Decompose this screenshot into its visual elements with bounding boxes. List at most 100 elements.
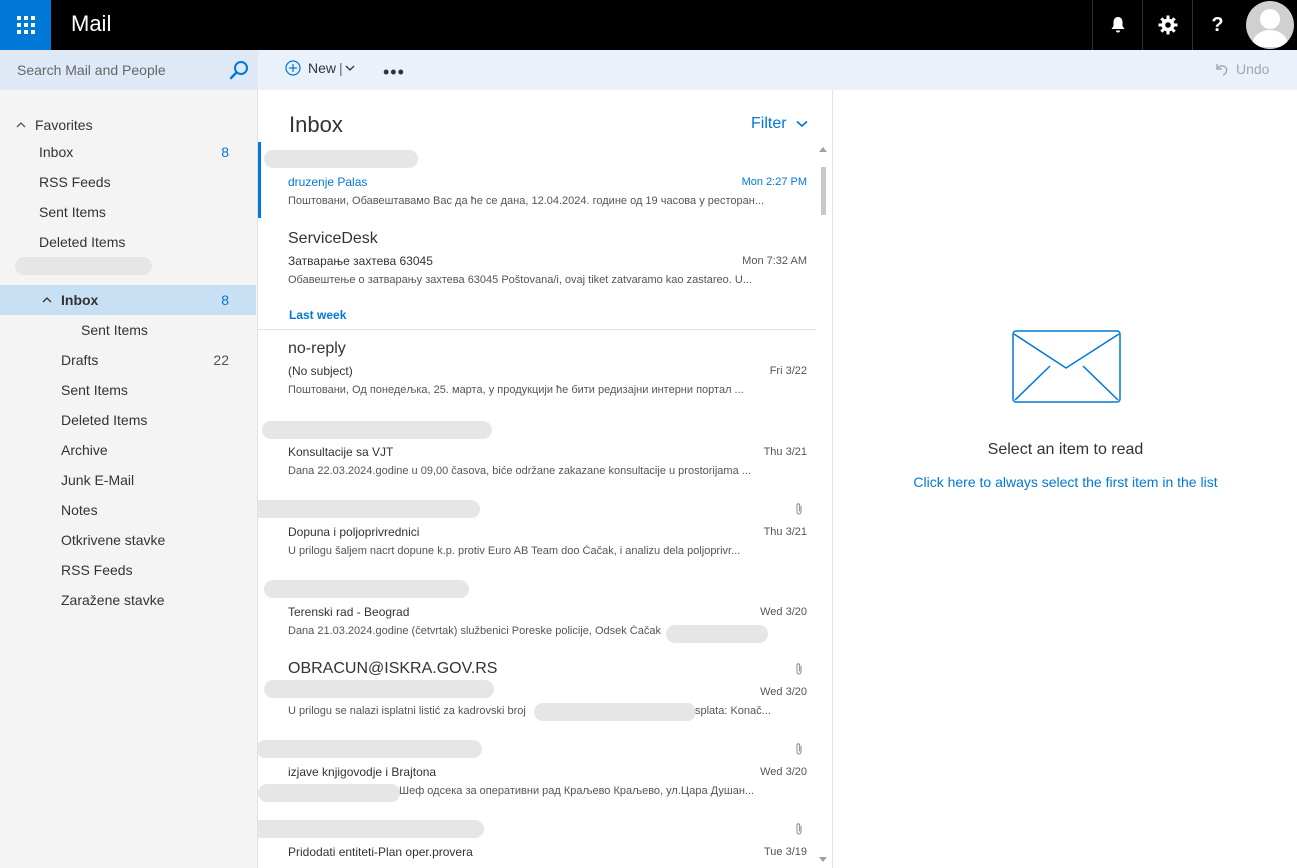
chevron-down-icon[interactable] xyxy=(345,65,355,72)
folder-sent-items[interactable]: Sent Items xyxy=(0,375,258,405)
group-divider xyxy=(258,329,816,330)
app-launcher-button[interactable] xyxy=(0,0,51,50)
message-item[interactable]: ServiceDesk Затварање захтева 63045 Mon … xyxy=(258,228,816,298)
undo-icon xyxy=(1216,64,1228,76)
message-preview: Dana 21.03.2024.godine (četvrtak) službe… xyxy=(288,625,661,637)
waffle-icon xyxy=(16,16,35,34)
message-item[interactable]: druzenje Palas Mon 2:27 PM Поштовани, Об… xyxy=(258,142,816,218)
filter-button[interactable]: Filter xyxy=(751,115,808,133)
scroll-up-arrow[interactable] xyxy=(819,147,827,152)
list-scrollbar[interactable] xyxy=(818,147,828,868)
message-subject: Terenski rad - Beograd xyxy=(288,605,410,619)
folder-junk-email[interactable]: Junk E-Mail xyxy=(0,465,258,495)
scroll-thumb[interactable] xyxy=(821,167,826,215)
message-sender: ServiceDesk xyxy=(288,230,378,247)
gear-icon xyxy=(1158,15,1177,35)
folder-inbox-sent-items[interactable]: Sent Items xyxy=(0,315,258,345)
nav-label: Sent Items xyxy=(81,322,148,338)
redacted-text xyxy=(258,784,400,802)
help-button[interactable]: ? xyxy=(1192,0,1242,50)
nav-label: Drafts xyxy=(61,352,99,368)
message-time: Thu 3/21 xyxy=(763,446,807,458)
message-item[interactable]: Pridodati entiteti-Plan oper.provera Tue… xyxy=(258,820,816,868)
message-subject: (No subject) xyxy=(288,364,353,378)
select-first-item-link[interactable]: Click here to always select the first it… xyxy=(834,474,1297,490)
notifications-button[interactable] xyxy=(1092,0,1142,50)
message-sender: OBRACUN@ISKRA.GOV.RS xyxy=(288,660,498,677)
message-subject: Pridodati entiteti-Plan oper.provera xyxy=(288,845,473,859)
selection-indicator xyxy=(258,142,261,218)
folder-rss-feeds[interactable]: RSS Feeds xyxy=(0,555,258,585)
app-title: Mail xyxy=(71,11,112,36)
favorites-header[interactable]: Favorites xyxy=(0,110,258,140)
folder-notes[interactable]: Notes xyxy=(0,495,258,525)
nav-label: RSS Feeds xyxy=(61,562,133,578)
message-preview: Поштовани, Од понедељка, 25. марта, у пр… xyxy=(288,384,744,396)
message-item[interactable]: izjave knjigovodje i Brajtona Wed 3/20 Ш… xyxy=(258,740,816,810)
message-item[interactable]: OBRACUN@ISKRA.GOV.RS Wed 3/20 U prilogu … xyxy=(258,660,816,730)
message-item[interactable]: Dopuna i poljoprivrednici Thu 3/21 U pri… xyxy=(258,500,816,570)
new-message-button[interactable]: New | xyxy=(285,60,355,76)
bell-icon xyxy=(1111,17,1124,33)
message-item[interactable]: no-reply (No subject) Fri 3/22 Поштовани… xyxy=(258,340,816,410)
message-time: Tue 3/19 xyxy=(763,846,807,858)
avatar[interactable] xyxy=(1246,1,1294,49)
message-subject: Konsultacije sa VJT xyxy=(288,445,394,459)
message-time: Mon 7:32 AM xyxy=(742,255,807,267)
search-input[interactable] xyxy=(0,50,225,90)
nav-label: Deleted Items xyxy=(39,234,126,250)
settings-button[interactable] xyxy=(1142,0,1192,50)
redacted-text xyxy=(534,703,696,721)
favorite-deleted-items[interactable]: Deleted Items xyxy=(0,227,258,257)
paperclip-icon xyxy=(796,823,802,835)
paperclip-icon xyxy=(796,503,802,515)
folder-inbox[interactable]: Inbox 8 xyxy=(0,285,256,315)
top-bar: Mail ? xyxy=(0,0,1297,50)
redacted-sender xyxy=(258,500,480,518)
message-subject: Затварање захтева 63045 xyxy=(288,254,433,268)
group-header-last-week: Last week xyxy=(289,308,347,322)
search-icon[interactable] xyxy=(228,60,250,82)
message-sender: no-reply xyxy=(288,340,346,357)
envelope-icon xyxy=(1012,330,1121,403)
nav-label: Inbox xyxy=(39,144,74,160)
paperclip-icon xyxy=(796,743,802,755)
message-preview: Шеф одсека за оперативни рад Краљево Кра… xyxy=(399,785,755,797)
command-bar: New | ••• Undo xyxy=(258,50,1297,90)
nav-label: RSS Feeds xyxy=(39,174,111,190)
message-item[interactable]: Terenski rad - Beograd Wed 3/20 Dana 21.… xyxy=(258,580,816,650)
chevron-up-icon xyxy=(42,297,52,303)
undo-button[interactable]: Undo xyxy=(1213,61,1269,77)
scroll-down-arrow[interactable] xyxy=(819,857,827,862)
folder-zarazene-stavke[interactable]: Zaražene stavke xyxy=(0,585,258,615)
nav-label: Deleted Items xyxy=(61,412,148,428)
redacted-sender xyxy=(262,421,492,439)
folder-pane: Favorites Inbox 8 RSS Feeds Sent Items D… xyxy=(0,50,258,868)
message-subject: Dopuna i poljoprivrednici xyxy=(288,525,420,539)
message-item[interactable]: Konsultacije sa VJT Thu 3/21 Dana 22.03.… xyxy=(258,420,816,490)
more-actions-button[interactable]: ••• xyxy=(383,62,405,83)
favorite-inbox[interactable]: Inbox 8 xyxy=(0,137,258,167)
nav-label: Inbox xyxy=(61,292,99,308)
favorites-label: Favorites xyxy=(35,117,93,133)
chevron-down-icon xyxy=(796,120,808,128)
message-subject: izjave knjigovodje i Brajtona xyxy=(288,765,437,779)
reading-empty-title: Select an item to read xyxy=(987,441,1144,458)
chevron-up-icon xyxy=(16,122,26,128)
nav-label: Notes xyxy=(61,502,98,518)
list-title: Inbox xyxy=(289,112,343,137)
favorite-rss-feeds[interactable]: RSS Feeds xyxy=(0,167,258,197)
message-preview-tail: splata: Konač... xyxy=(695,705,771,717)
message-preview: U prilogu šaljem nacrt dopune k.p. proti… xyxy=(288,545,741,557)
message-time: Wed 3/20 xyxy=(760,766,807,778)
redacted-account-name xyxy=(15,257,152,275)
nav-label: Zaražene stavke xyxy=(61,592,165,608)
unread-count: 8 xyxy=(221,292,229,308)
message-time: Wed 3/20 xyxy=(760,686,807,698)
message-list: Inbox Filter druzenje Palas Mon 2:27 PM … xyxy=(258,90,833,868)
favorite-sent-items[interactable]: Sent Items xyxy=(0,197,258,227)
folder-otkrivene-stavke[interactable]: Otkrivene stavke xyxy=(0,525,258,555)
folder-deleted-items[interactable]: Deleted Items xyxy=(0,405,258,435)
folder-drafts[interactable]: Drafts 22 xyxy=(0,345,258,375)
folder-archive[interactable]: Archive xyxy=(0,435,258,465)
